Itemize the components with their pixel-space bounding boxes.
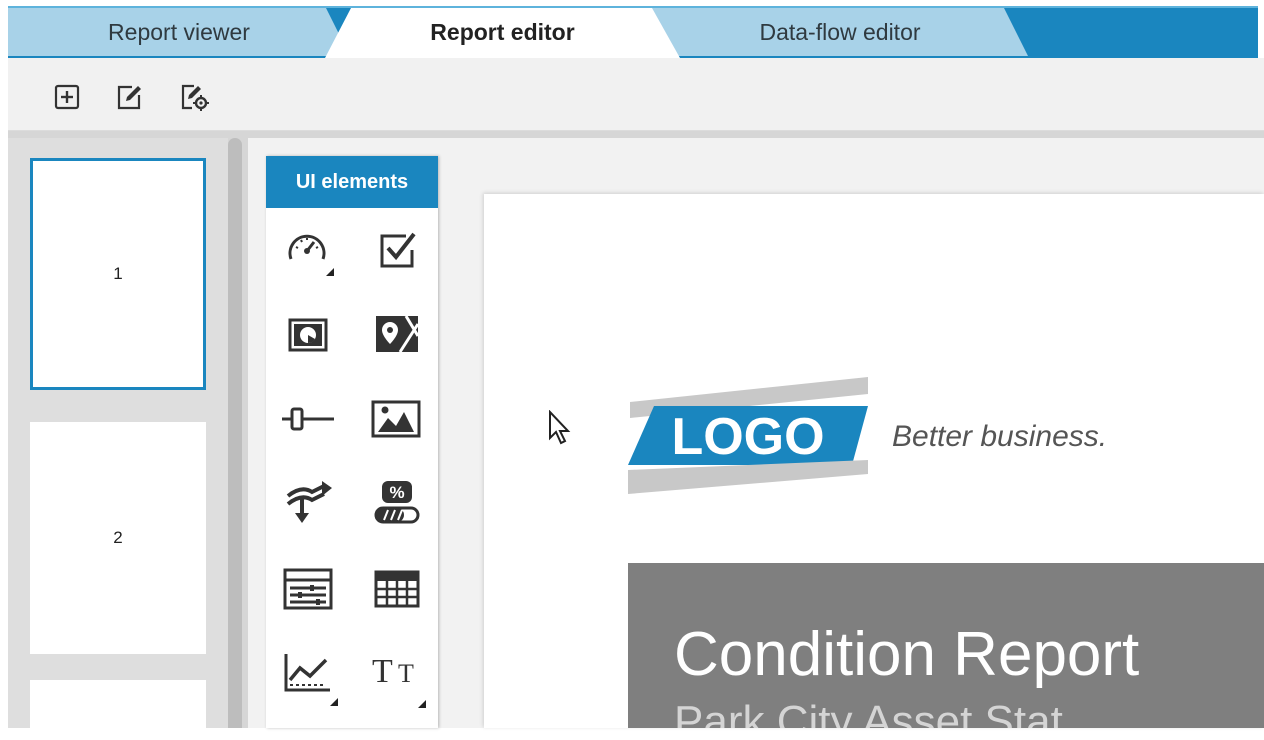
percent-progress-icon: %	[374, 481, 420, 524]
pages-scrollbar[interactable]	[228, 138, 242, 728]
map-element[interactable]	[372, 310, 422, 360]
line-chart-icon	[284, 654, 338, 706]
edit-square-icon	[117, 85, 141, 110]
table-icon	[374, 570, 420, 608]
page-number: 1	[113, 264, 123, 283]
data-flow-element[interactable]	[284, 478, 334, 528]
page-thumbnail[interactable]: 2	[30, 422, 206, 654]
page-thumbnail[interactable]: 1	[30, 158, 206, 390]
tab-label: Report viewer	[108, 18, 250, 45]
svg-text:T: T	[372, 653, 393, 690]
list-element[interactable]	[282, 564, 333, 614]
data-flow-icon	[286, 481, 332, 523]
chart-frame-icon	[288, 318, 328, 352]
tab-bar: Report viewer Data-flow editor Report ed…	[0, 0, 1264, 58]
pages-panel: 1 2	[8, 138, 228, 740]
image-icon	[371, 400, 421, 438]
image-element[interactable]	[370, 394, 421, 444]
slider-element[interactable]	[280, 394, 334, 444]
percent-progress-element[interactable]: %	[372, 478, 422, 528]
logo-text: LOGO	[671, 408, 824, 466]
tab-data-flow-editor[interactable]: Data-flow editor	[650, 8, 1030, 56]
mouse-cursor-icon	[549, 410, 571, 445]
slider-icon	[282, 407, 334, 431]
gauge-icon	[288, 234, 334, 276]
logo-tagline: Better business.	[892, 420, 1108, 453]
table-element[interactable]	[372, 564, 422, 614]
page-thumbnail[interactable]	[30, 680, 206, 740]
tab-label: Data-flow editor	[759, 18, 921, 45]
tab-report-viewer[interactable]: Report viewer	[8, 8, 350, 56]
toolbar	[8, 58, 1264, 131]
logo: LOGO	[628, 377, 868, 494]
report-title: Condition Report	[674, 620, 1140, 689]
chart-frame-element[interactable]	[284, 310, 334, 360]
checkbox-icon	[380, 232, 416, 268]
text-element[interactable]: TT	[370, 650, 426, 708]
text-icon: TT	[372, 653, 426, 708]
gauge-element[interactable]	[284, 226, 334, 276]
add-page-button[interactable]	[52, 82, 82, 112]
svg-text:T: T	[398, 659, 414, 688]
add-square-icon	[54, 84, 80, 110]
ui-elements-panel: UI elements % TT	[266, 156, 438, 728]
tab-label: Report editor	[430, 18, 575, 45]
page-settings-icon	[181, 84, 209, 111]
map-icon	[376, 315, 420, 353]
checkbox-element[interactable]	[374, 226, 424, 276]
line-chart-element[interactable]	[282, 650, 338, 706]
list-icon	[283, 568, 333, 610]
svg-text:%: %	[389, 483, 404, 502]
report-page: LOGO Better business. Condition Report P…	[484, 194, 1264, 728]
page-settings-button[interactable]	[178, 82, 209, 112]
edit-page-button[interactable]	[114, 82, 144, 112]
report-title-banner: Condition Report Park City Asset Stat	[628, 563, 1264, 728]
ui-elements-header: UI elements	[266, 156, 438, 208]
report-subtitle: Park City Asset Stat	[674, 697, 1063, 728]
tab-report-editor[interactable]: Report editor	[325, 8, 680, 58]
page-number: 2	[113, 528, 123, 547]
